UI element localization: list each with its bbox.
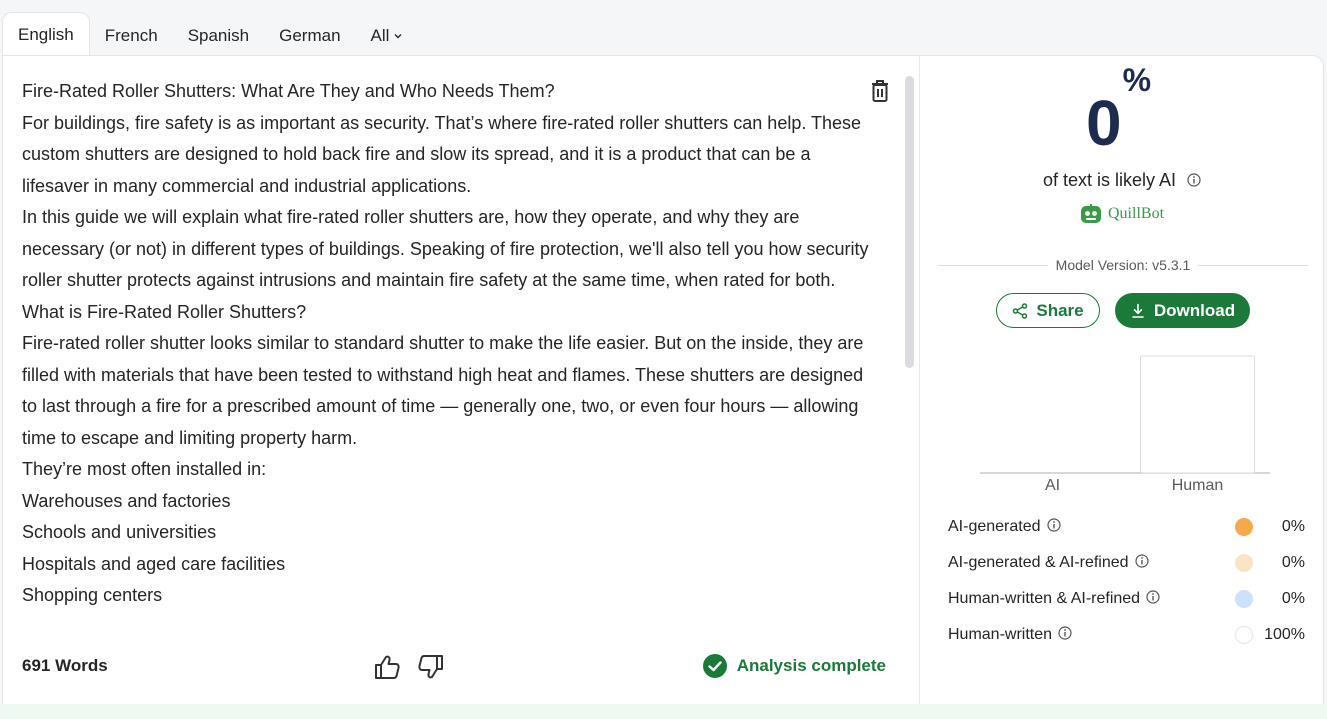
results-panel: 0% of text is likely AI QuillBot Model V…	[920, 56, 1324, 714]
tab-label: Spanish	[187, 26, 250, 45]
tab-label: All	[370, 26, 390, 45]
legend-label-text: AI-generated	[948, 518, 1041, 535]
thumbs-down-icon[interactable]	[417, 654, 445, 680]
info-icon[interactable]	[1046, 518, 1061, 532]
legend-color-dot	[1235, 518, 1253, 536]
analysis-status: Analysis complete	[702, 654, 886, 678]
text-paragraph: They’re most often installed in:	[22, 459, 267, 479]
tab-label: German	[279, 26, 341, 45]
legend-label-text: Human-written & AI-refined	[948, 590, 1141, 607]
tab-english[interactable]: English	[2, 12, 90, 56]
legend-label: Human-written	[948, 626, 1072, 644]
ai-human-chart-svg: AI Human	[980, 355, 1270, 494]
info-icon[interactable]	[1146, 590, 1160, 604]
share-button[interactable]: Share	[996, 293, 1100, 328]
download-label: Download	[1153, 300, 1236, 320]
legend-row-ai-generated: AI-generated 0%	[948, 514, 1308, 550]
download-icon	[1132, 303, 1144, 318]
share-label: Share	[1036, 300, 1084, 320]
tab-spanish[interactable]: Spanish	[173, 16, 264, 56]
language-tabs: English French Spanish German All	[2, 12, 418, 56]
text-paragraph: In this guide we will explain what fire-…	[22, 207, 869, 290]
legend-label: AI-generated	[948, 518, 1061, 536]
ai-percentage-value: 0	[1086, 87, 1122, 159]
legend-row-ai-refined: AI-generated & AI-refined 0%	[948, 550, 1308, 586]
info-icon[interactable]	[1187, 173, 1201, 187]
tab-all-languages[interactable]: All	[356, 16, 419, 56]
text-paragraph: Hospitals and aged care facilities	[22, 553, 286, 574]
ai-percentage: 0%	[1086, 62, 1151, 160]
legend-label-text: AI-generated & AI-refined	[948, 554, 1129, 571]
text-paragraph: Fire-Rated Roller Shutters: What Are The…	[22, 81, 555, 101]
legend-label: Human-written & AI-refined	[948, 590, 1160, 608]
quillbot-brand: QuillBot	[1080, 204, 1164, 224]
bottom-strip	[2, 704, 1327, 719]
trash-icon[interactable]	[869, 78, 891, 104]
check-circle-icon	[702, 654, 727, 678]
ai-likely-caption: of text is likely AI	[920, 170, 1324, 191]
legend-value: 0%	[1281, 518, 1305, 535]
legend-value: 0%	[1281, 590, 1305, 607]
text-paragraph: What is Fire-Rated Roller Shutters?	[22, 301, 307, 322]
chart-category-label: AI	[1045, 477, 1060, 494]
chevron-down-icon	[394, 34, 402, 39]
result-legend: AI-generated 0% AI-generated & AI-refine…	[948, 514, 1308, 658]
tab-french[interactable]: French	[90, 16, 173, 56]
tab-label: English	[18, 24, 74, 44]
separator-line	[1198, 265, 1308, 266]
brand-name: QuillBot	[1108, 205, 1165, 222]
tab-german[interactable]: German	[264, 16, 355, 56]
info-icon[interactable]	[1134, 554, 1149, 568]
chart-category-label: Human	[1172, 477, 1224, 494]
text-paragraph: Warehouses and factories	[22, 490, 231, 511]
ai-human-chart: AI Human	[980, 355, 1270, 496]
thumbs-up-icon[interactable]	[373, 654, 401, 680]
legend-row-human-written: Human-written 100%	[948, 622, 1308, 658]
model-version-row: Model Version: v5.3.1	[938, 256, 1308, 274]
text-input-area[interactable]: Fire-Rated Roller Shutters: What Are The…	[22, 76, 872, 629]
legend-row-human-ai-refined: Human-written & AI-refined 0%	[948, 586, 1308, 622]
text-panel: Fire-Rated Roller Shutters: What Are The…	[3, 56, 919, 714]
detector-card: Fire-Rated Roller Shutters: What Are The…	[2, 55, 1324, 715]
legend-label-text: Human-written	[948, 626, 1053, 643]
legend-label: AI-generated & AI-refined	[948, 554, 1149, 572]
text-paragraph: For buildings, fire safety is as importa…	[22, 112, 862, 196]
share-icon	[1013, 302, 1028, 319]
info-icon[interactable]	[1058, 626, 1072, 640]
analysis-status-label: Analysis complete	[736, 656, 886, 675]
text-paragraph: Schools and universities	[22, 522, 217, 542]
legend-color-dot	[1235, 626, 1253, 644]
text-paragraph: Fire-rated roller shutter looks similar …	[22, 333, 864, 448]
text-footer: 691 Words Analysis complete	[22, 654, 902, 680]
word-count: 691 Words	[22, 656, 108, 675]
chart-bar-human	[1140, 355, 1255, 474]
quillbot-logo-icon	[1081, 204, 1101, 223]
legend-color-dot	[1235, 554, 1253, 572]
legend-value: 100%	[1264, 626, 1305, 643]
legend-color-dot	[1235, 590, 1253, 608]
tab-label: French	[104, 26, 158, 45]
legend-value: 0%	[1281, 554, 1305, 571]
ai-likely-text: of text is likely AI	[1042, 170, 1177, 190]
text-paragraph: Shopping centers	[22, 585, 163, 605]
download-button[interactable]: Download	[1115, 293, 1250, 328]
text-scrollbar[interactable]	[905, 76, 914, 368]
percent-sign: %	[1122, 61, 1151, 98]
